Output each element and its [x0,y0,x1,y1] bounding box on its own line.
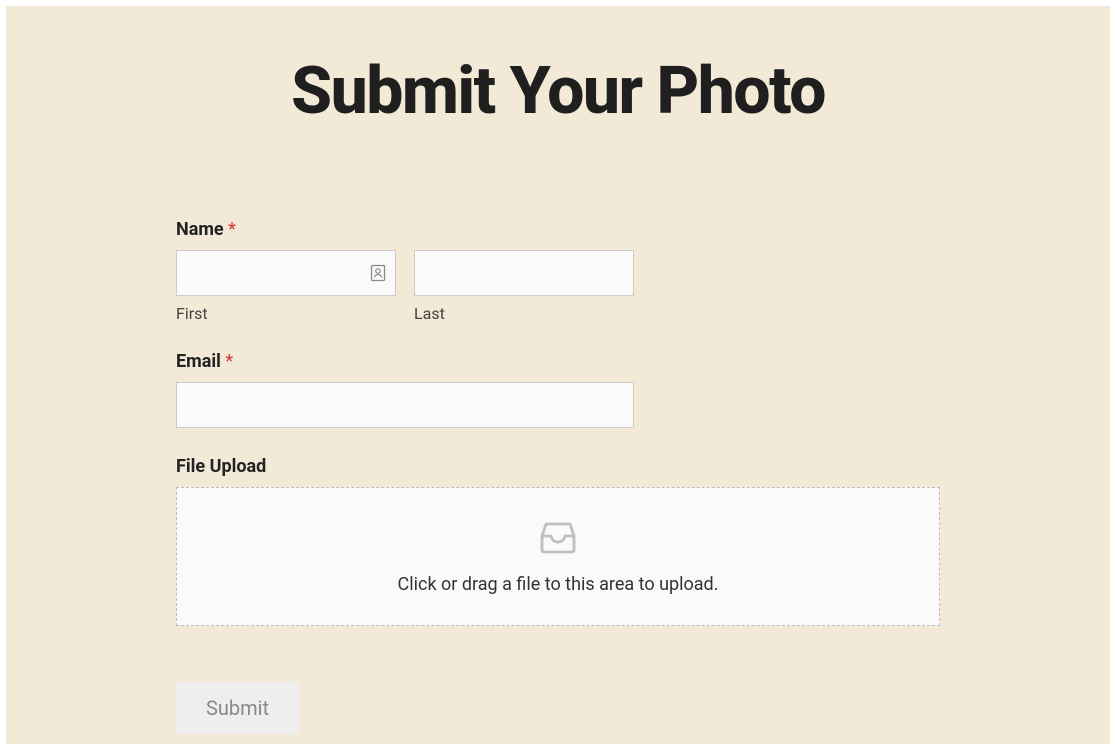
file-upload-label: File Upload [176,456,940,477]
email-label-text: Email [176,351,221,372]
name-label: Name * [176,219,940,240]
first-name-sublabel: First [176,304,396,323]
last-name-col: Last [414,250,634,323]
first-name-col: First [176,250,396,323]
email-input[interactable] [176,382,634,428]
email-required-mark: * [225,351,233,372]
contact-card-icon [370,264,386,282]
file-upload-dropzone[interactable]: Click or drag a file to this area to upl… [176,487,940,626]
name-required-mark: * [228,219,236,240]
last-name-sublabel: Last [414,304,634,323]
page-container: Submit Your Photo Name * [6,6,1110,744]
email-label: Email * [176,351,940,372]
name-field-group: Name * First [176,219,940,323]
first-name-wrapper [176,250,396,296]
last-name-input[interactable] [414,250,634,296]
email-field-group: Email * [176,351,940,428]
submit-photo-form: Name * First [176,219,940,734]
file-upload-field-group: File Upload Click or drag a file to this… [176,456,940,626]
first-name-input[interactable] [176,250,396,296]
name-label-text: Name [176,219,224,240]
name-row: First Last [176,250,940,323]
inbox-icon [536,518,580,560]
submit-button[interactable]: Submit [176,682,299,734]
page-title: Submit Your Photo [176,56,940,129]
file-upload-hint: Click or drag a file to this area to upl… [197,574,919,595]
